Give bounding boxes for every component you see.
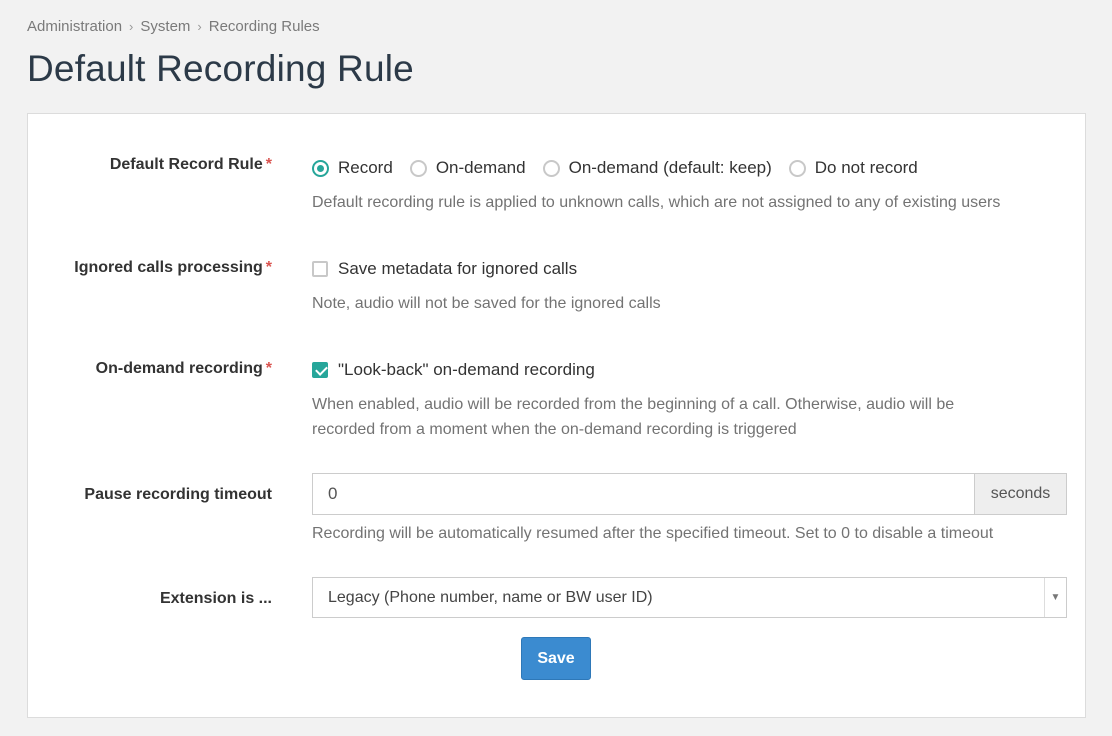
extension-selected-value: Legacy (Phone number, name or BW user ID… <box>328 588 653 606</box>
pause-timeout-group: seconds <box>312 473 1067 515</box>
breadcrumb-recording-rules: Recording Rules <box>208 18 320 35</box>
radio-button-selected[interactable] <box>312 159 329 177</box>
breadcrumb: Administration › System › Recording Rule… <box>27 18 320 35</box>
required-marker: * <box>265 360 272 377</box>
required-marker: * <box>265 259 272 276</box>
on-demand-label: On-demand recording * <box>95 360 272 377</box>
radio-on-demand-keep[interactable]: On-demand (default: keep) <box>542 158 772 178</box>
radio-do-not-record[interactable]: Do not record <box>788 158 918 178</box>
required-marker: * <box>265 156 272 173</box>
look-back-checkbox-row[interactable]: "Look-back" on-demand recording <box>312 360 595 380</box>
settings-panel: Default Record Rule * Record On-demand On… <box>27 113 1086 718</box>
radio-on-demand[interactable]: On-demand <box>409 158 526 178</box>
radio-button[interactable] <box>788 159 806 177</box>
extension-label: Extension is ... <box>159 590 272 607</box>
pause-timeout-input[interactable] <box>312 473 974 515</box>
look-back-checkbox[interactable] <box>312 362 328 378</box>
seconds-addon: seconds <box>974 473 1067 515</box>
record-rule-help: Default recording rule is applied to unk… <box>312 194 1001 211</box>
breadcrumb-system[interactable]: System <box>140 18 190 35</box>
chevron-right-icon: › <box>129 19 134 34</box>
save-metadata-checkbox[interactable] <box>312 261 328 277</box>
pause-timeout-label: Pause recording timeout <box>84 486 272 503</box>
breadcrumb-administration[interactable]: Administration <box>27 18 122 35</box>
record-rule-label: Default Record Rule * <box>109 156 272 173</box>
radio-record[interactable]: Record <box>312 158 393 178</box>
on-demand-help: When enabled, audio will be recorded fro… <box>312 396 955 438</box>
ignored-calls-checkbox-row[interactable]: Save metadata for ignored calls <box>312 259 577 279</box>
chevron-right-icon: › <box>197 19 202 34</box>
radio-button[interactable] <box>542 159 560 177</box>
caret-down-icon[interactable]: ▼ <box>1044 578 1066 617</box>
page-title: Default Recording Rule <box>27 48 414 89</box>
record-rule-radio-group: Record On-demand On-demand (default: kee… <box>312 158 935 178</box>
radio-button[interactable] <box>409 159 427 177</box>
extension-select[interactable]: Legacy (Phone number, name or BW user ID… <box>312 577 1067 618</box>
ignored-calls-label: Ignored calls processing * <box>74 259 272 276</box>
save-button[interactable]: Save <box>521 637 591 680</box>
ignored-calls-help: Note, audio will not be saved for the ig… <box>312 295 661 312</box>
pause-timeout-help: Recording will be automatically resumed … <box>312 525 994 542</box>
